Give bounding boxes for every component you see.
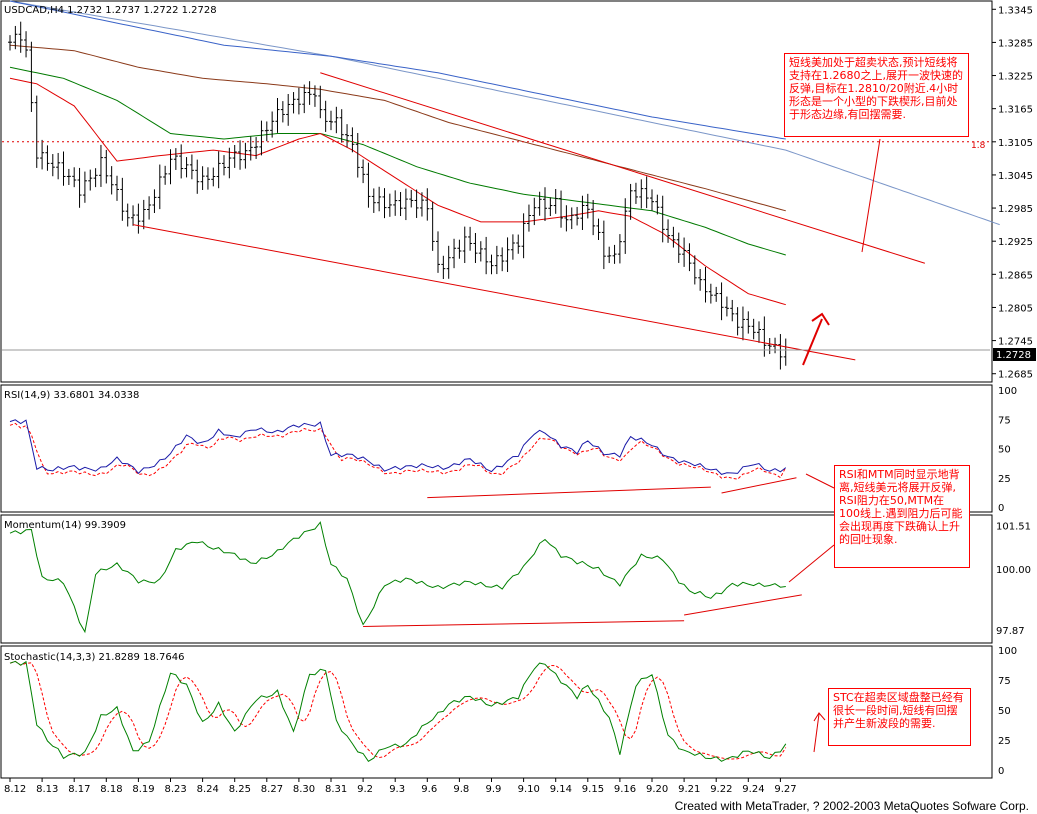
time-axis-label: 8.18 [100,784,122,795]
stochastic-axis-label: 50 [998,706,1011,717]
rsi-axis-label: 25 [998,474,1011,485]
price-axis-label: 1.2805 [998,303,1033,314]
rsi-axis-label: 50 [998,445,1011,456]
momentum-axis-label: 101.51 [996,521,1031,532]
price-axis-label: 1.3285 [998,38,1033,49]
time-axis-label: 9.24 [742,784,764,795]
last-price-marker: 1.2728 [996,350,1031,361]
time-axis-label: 9.15 [582,784,604,795]
time-axis-label: 8.27 [261,784,283,795]
time-axis-label: 9.9 [486,784,502,795]
price-axis-label: 1.2865 [998,270,1033,281]
time-axis-label: 8.31 [325,784,347,795]
note-rsi-mtm: RSI和MTM同时显示地背离,短线美元将展开反弹, RSI阻力在50,MTM在1… [834,465,970,568]
time-axis-label: 8.13 [36,784,58,795]
time-axis-label: 8.30 [293,784,315,795]
time-axis-label: 8.19 [132,784,154,795]
price-axis-label: 1.2685 [998,370,1033,381]
time-axis-label: 9.8 [453,784,469,795]
time-axis-label: 8.25 [229,784,251,795]
price-axis-label: 1.3345 [998,5,1033,16]
price-panel-title: USDCAD,H4 1.2732 1.2737 1.2722 1.2728 [4,5,217,16]
price-axis-label: 1.3225 [998,72,1033,83]
stochastic-axis-label: 75 [998,676,1011,687]
time-axis-label: 9.20 [646,784,668,795]
price-axis-label: 1.2985 [998,204,1033,215]
time-axis-label: 9.10 [518,784,540,795]
price-axis-label: 1.3165 [998,105,1033,116]
note-stc: STC在超卖区域盘整已经有很长一段时间,短线有回摆并产生新波段的需要. [828,688,971,746]
rsi-panel-title: RSI(14,9) 33.6801 34.0338 [4,390,139,401]
note-main: 短线美加处于超卖状态,预计短线将支持在1.2680之上,展开一波快速的反弹,目标… [784,53,969,137]
time-axis-label: 9.2 [357,784,373,795]
time-axis-label: 8.12 [4,784,26,795]
time-axis-label: 8.17 [68,784,90,795]
stochastic-axis-label: 100 [998,646,1017,657]
momentum-panel-title: Momentum(14) 99.3909 [4,520,126,531]
time-axis-label: 9.27 [774,784,796,795]
time-axis-label: 8.23 [165,784,187,795]
price-axis-label: 1.2925 [998,237,1033,248]
time-axis-label: 9.14 [550,784,572,795]
time-axis-label: 9.6 [421,784,437,795]
rsi-axis-label: 100 [998,386,1017,397]
price-axis-label: 1.3105 [998,138,1033,149]
price-axis-label: 1.2745 [998,337,1033,348]
time-axis-label: 9.21 [678,784,700,795]
stochastic-panel-title: Stochastic(14,3,3) 21.8289 18.7646 [4,652,184,663]
time-axis-label: 9.22 [710,784,732,795]
fib-level-label: 1.8 [971,141,986,151]
footer-credit: Created with MetaTrader, ? 2002-2003 Met… [674,799,1029,813]
price-axis-label: 1.3045 [998,171,1033,182]
momentum-axis-label: 97.87 [996,626,1025,637]
rsi-axis-label: 75 [998,415,1011,426]
time-axis-label: 8.24 [197,784,219,795]
stochastic-axis-label: 25 [998,736,1011,747]
stochastic-axis-label: 0 [998,766,1004,777]
rsi-axis-label: 0 [998,503,1004,514]
time-axis-label: 9.16 [614,784,636,795]
momentum-axis-label: 100.00 [996,565,1031,576]
time-axis-label: 9.3 [389,784,405,795]
